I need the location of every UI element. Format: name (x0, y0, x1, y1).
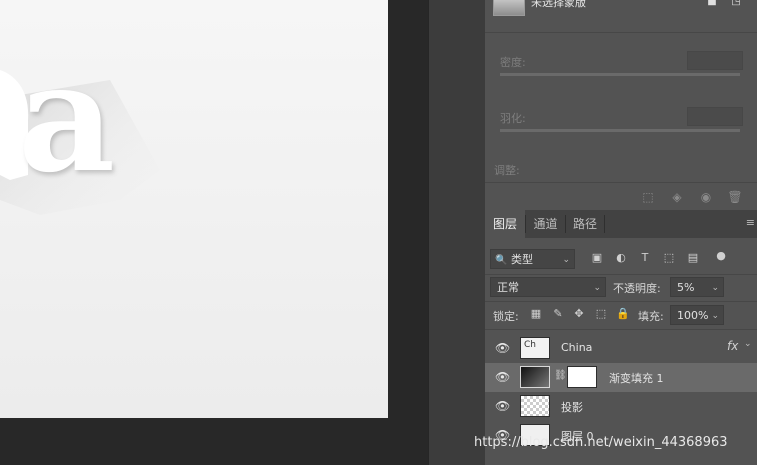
mask-row: 未选择蒙版 ■ ◳ (485, 0, 757, 22)
layer-row-gradient-fill[interactable]: 👁 ⛓ 渐变填充 1 (485, 363, 757, 392)
feather-label: 羽化: (500, 112, 526, 125)
pixel-mask-icon[interactable]: ■ (705, 0, 719, 8)
filter-kind-value: 类型 (510, 253, 533, 266)
artwork: a (0, 30, 160, 215)
opacity-label: 不透明度: (613, 282, 661, 295)
search-icon: 🔍 (495, 255, 508, 266)
mask-thumbnail[interactable] (493, 0, 525, 16)
adjustment-filter-icon[interactable]: ◐ (613, 250, 629, 266)
layers-tab-bar: 图层 通道 路径 ≡ (485, 210, 757, 238)
filter-toggle-icon[interactable]: ● (713, 248, 729, 264)
delete-mask-icon[interactable]: 🗑 (726, 188, 744, 206)
tab-channels[interactable]: 通道 (526, 210, 565, 238)
layer-name[interactable]: China (561, 341, 592, 354)
layer-filter-dropdown[interactable]: 🔍 类型 ⌄ (490, 249, 575, 269)
density-slider[interactable] (500, 73, 740, 76)
chevron-down-icon: ⌄ (711, 311, 719, 321)
divider (485, 274, 757, 275)
panel-divider (428, 0, 429, 465)
vector-mask-icon[interactable]: ◳ (729, 0, 743, 8)
blend-mode-value: 正常 (497, 281, 519, 294)
expand-effects-icon[interactable]: ⌄ (744, 339, 752, 349)
tab-separator (604, 215, 605, 233)
eye-icon[interactable]: 👁 (495, 341, 510, 355)
opacity-value: 5% (677, 281, 695, 294)
fill-input[interactable]: 100% ⌄ (670, 305, 724, 325)
mask-status-label: 未选择蒙版 (531, 0, 586, 9)
chevron-down-icon: ⌄ (593, 283, 601, 293)
load-selection-icon[interactable]: ⬚ (639, 188, 657, 206)
fill-value: 100% (677, 309, 709, 322)
lock-artboard-icon[interactable]: ⬚ (594, 307, 608, 321)
divider (485, 329, 757, 330)
lock-transparency-icon[interactable]: ▦ (529, 307, 543, 321)
eye-icon[interactable]: 👁 (495, 399, 510, 413)
properties-panel: 未选择蒙版 ■ ◳ 密度: 羽化: 调整: ⬚ ◈ ◉ 🗑 (485, 0, 757, 210)
divider (485, 182, 757, 183)
lock-label: 锁定: (493, 310, 519, 323)
tab-paths[interactable]: 路径 (566, 210, 604, 238)
apply-mask-icon[interactable]: ◈ (668, 188, 686, 206)
layer-thumbnail (520, 395, 550, 417)
watermark: https://blog.csdn.net/weixin_44368963 (474, 435, 728, 450)
layer-mask-thumbnail[interactable] (567, 366, 597, 388)
layers-panel: 图层 通道 路径 ≡ 🔍 类型 ⌄ ▣ ◐ T ⬚ ▤ ● 正常 ⌄ 不透明度:… (485, 210, 757, 465)
layer-row-shadow[interactable]: 👁 投影 (485, 392, 757, 421)
pixel-filter-icon[interactable]: ▣ (589, 250, 605, 266)
chevron-down-icon: ⌄ (562, 255, 570, 265)
layer-name[interactable]: 渐变填充 1 (609, 370, 664, 386)
smart-object-icon: Ch (524, 340, 536, 350)
lock-position-icon[interactable]: ✥ (572, 307, 586, 321)
feather-slider[interactable] (500, 129, 740, 132)
fill-label: 填充: (638, 310, 664, 323)
tab-layers[interactable]: 图层 (485, 210, 525, 238)
density-label: 密度: (500, 56, 526, 69)
divider (485, 301, 757, 302)
eye-icon[interactable]: 👁 (495, 370, 510, 384)
panel-collapse-strip (428, 0, 485, 465)
document-canvas[interactable]: a (0, 0, 388, 418)
chevron-down-icon: ⌄ (711, 283, 719, 293)
toggle-mask-icon[interactable]: ◉ (697, 188, 715, 206)
layer-row-china[interactable]: 👁 Ch China fx ⌄ (485, 334, 757, 363)
smart-object-filter-icon[interactable]: ▤ (685, 250, 701, 266)
feather-input[interactable] (687, 107, 743, 126)
layer-thumbnail: Ch (520, 337, 550, 359)
letter-glyph: a (18, 30, 115, 206)
opacity-input[interactable]: 5% ⌄ (670, 277, 724, 297)
panel-menu-icon[interactable]: ≡ (746, 216, 755, 229)
blend-mode-dropdown[interactable]: 正常 ⌄ (490, 277, 606, 297)
adjust-label: 调整: (494, 164, 520, 177)
canvas-area[interactable]: a (0, 0, 428, 465)
layer-name[interactable]: 投影 (561, 399, 583, 415)
type-filter-icon[interactable]: T (637, 250, 653, 266)
density-input[interactable] (687, 51, 743, 70)
fx-icon[interactable]: fx (727, 339, 738, 353)
lock-all-icon[interactable]: 🔒 (616, 307, 630, 321)
shape-filter-icon[interactable]: ⬚ (661, 250, 677, 266)
lock-pixels-icon[interactable]: ✎ (551, 307, 565, 321)
link-icon[interactable]: ⛓ (554, 370, 567, 381)
divider (485, 32, 757, 33)
gradient-fill-thumbnail[interactable] (520, 366, 550, 388)
